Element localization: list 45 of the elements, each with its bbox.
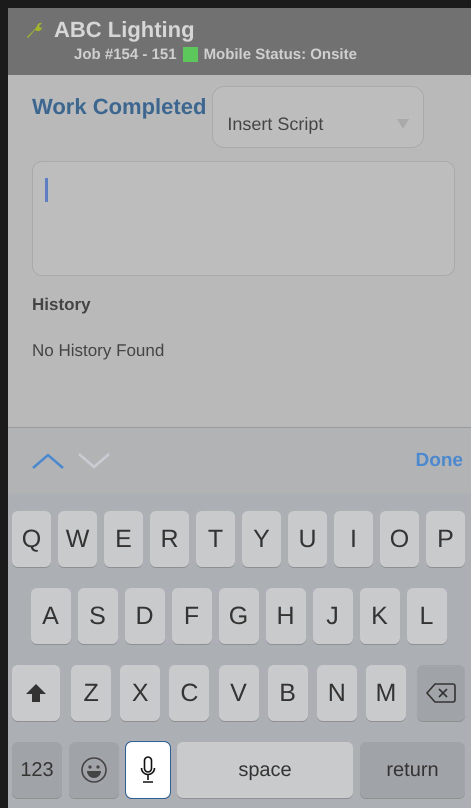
letter-key[interactable]: V xyxy=(218,665,258,721)
microphone-key[interactable] xyxy=(126,742,170,798)
letter-key[interactable]: K xyxy=(360,588,400,644)
history-title: History xyxy=(32,295,92,315)
return-key[interactable]: return xyxy=(360,742,465,798)
smiley-icon xyxy=(80,756,108,784)
mobile-status: Mobile Status: Onsite xyxy=(204,46,357,63)
letter-key[interactable]: D xyxy=(124,588,164,644)
letter-key[interactable]: A xyxy=(30,588,70,644)
letter-key[interactable]: T xyxy=(196,511,235,567)
letter-key[interactable]: Z xyxy=(71,665,112,721)
letter-key[interactable]: F xyxy=(172,588,212,644)
section-title: Work Completed xyxy=(32,94,206,120)
letter-key[interactable]: E xyxy=(104,511,143,567)
letter-key[interactable]: L xyxy=(406,588,446,644)
emoji-key[interactable] xyxy=(69,742,119,798)
letter-key[interactable]: O xyxy=(380,511,419,567)
microphone-icon xyxy=(140,756,156,784)
script-select[interactable]: Insert Script xyxy=(212,86,424,148)
letter-key[interactable]: X xyxy=(120,665,160,721)
letter-key[interactable]: N xyxy=(316,665,357,721)
letter-key[interactable]: I xyxy=(334,511,373,567)
company-title: ABC Lighting xyxy=(54,18,195,42)
space-key[interactable]: space xyxy=(177,742,353,798)
letter-key[interactable]: Q xyxy=(12,511,51,567)
numbers-key[interactable]: 123 xyxy=(12,742,62,798)
letter-key[interactable]: P xyxy=(426,511,465,567)
backspace-icon xyxy=(426,682,456,704)
letter-key[interactable]: M xyxy=(366,665,406,721)
job-number: Job #154 - 151 xyxy=(74,46,177,63)
history-empty-text: No History Found xyxy=(32,341,166,361)
letter-key[interactable]: J xyxy=(312,588,352,644)
letter-key[interactable]: R xyxy=(150,511,189,567)
text-cursor xyxy=(45,178,48,202)
letter-key[interactable]: H xyxy=(266,588,306,644)
shift-key[interactable] xyxy=(12,665,60,721)
shift-arrow-icon xyxy=(25,683,47,703)
letter-key[interactable]: B xyxy=(268,665,308,721)
letter-key[interactable]: G xyxy=(218,588,258,644)
letter-key[interactable]: U xyxy=(288,511,327,567)
letter-key[interactable]: Y xyxy=(242,511,281,567)
letter-key[interactable]: C xyxy=(169,665,210,721)
delete-key[interactable] xyxy=(417,665,465,721)
letter-key[interactable]: W xyxy=(58,511,97,567)
letter-key[interactable]: S xyxy=(78,588,118,644)
